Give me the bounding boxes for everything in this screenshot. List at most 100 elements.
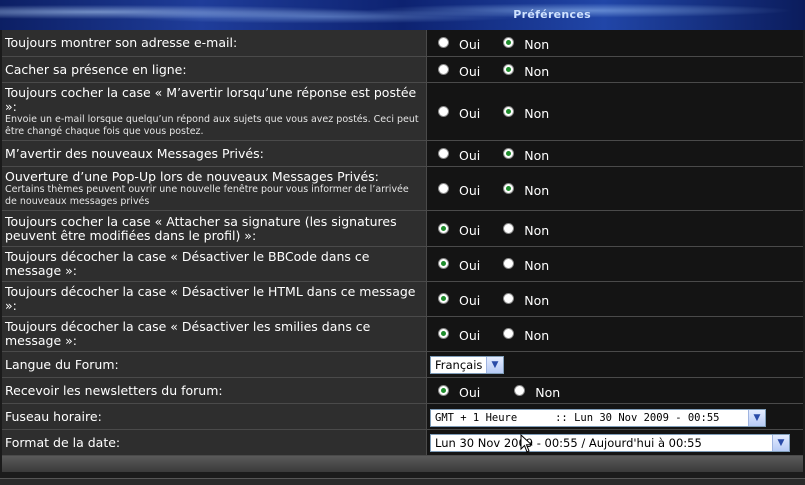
radio-label: Non	[524, 328, 550, 343]
pref-label: Toujours décocher la case « Désactiver l…	[5, 249, 370, 278]
radio-label: Non	[524, 37, 550, 53]
radio-button-non[interactable]	[503, 328, 515, 339]
pref-row: Toujours décocher la case « Désactiver l…	[2, 246, 803, 282]
radio-group: Oui Non	[433, 289, 803, 308]
radio-option-oui[interactable]: Oui	[438, 324, 480, 343]
section-title: Préférences	[513, 8, 591, 21]
radio-label: Non	[524, 147, 550, 163]
radio-label: Non	[524, 293, 550, 308]
radio-label: Non	[535, 384, 561, 400]
radio-group: Oui Non	[433, 60, 803, 79]
pref-row: Ouverture d’une Pop-Up lors de nouveaux …	[2, 166, 803, 211]
radio-label: Oui	[459, 105, 481, 121]
radio-label: Oui	[459, 222, 481, 238]
radio-label: Oui	[459, 384, 481, 400]
radio-option-non[interactable]: Non	[503, 60, 549, 79]
pref-label: Toujours cocher la case « M’avertir lors…	[5, 84, 417, 114]
radio-group: Oui Non	[433, 254, 803, 273]
pref-row: Cacher sa présence en ligne: Oui Non	[2, 56, 803, 83]
radio-button-non[interactable]	[503, 222, 515, 234]
radio-button-non[interactable]	[503, 105, 515, 117]
radio-button-oui[interactable]	[438, 182, 449, 194]
pref-note: Certains thèmes peuvent ouvrir une nouve…	[5, 183, 409, 207]
radio-button-oui[interactable]	[438, 328, 449, 339]
pref-label: Fuseau horaire:	[2, 403, 427, 430]
radio-label: Oui	[459, 37, 481, 53]
radio-button-non[interactable]	[503, 147, 515, 159]
radio-button-non[interactable]	[503, 258, 515, 269]
radio-option-non[interactable]: Non	[503, 33, 549, 52]
pref-label: Cacher sa présence en ligne:	[5, 61, 187, 77]
pref-label: Toujours décocher la case « Désactiver l…	[5, 319, 371, 348]
preferences-table: Toujours montrer son adresse e-mail: Oui N…	[2, 30, 803, 456]
radio-option-oui[interactable]: Oui	[438, 381, 480, 400]
radio-label: Non	[524, 63, 550, 79]
radio-button-oui[interactable]	[438, 63, 449, 75]
radio-option-oui[interactable]: Oui	[438, 33, 480, 52]
pref-label: Toujours montrer son adresse e-mail:	[5, 35, 238, 51]
radio-label: Oui	[459, 63, 481, 79]
radio-label: Oui	[459, 328, 481, 343]
radio-label: Non	[524, 258, 550, 273]
radio-option-oui[interactable]: Oui	[438, 289, 480, 308]
radio-label: Non	[524, 182, 550, 198]
radio-group: Oui Non	[433, 324, 803, 343]
radio-button-oui[interactable]	[438, 105, 449, 117]
language-select[interactable]: Français ▼	[430, 356, 504, 374]
pref-row-timezone: Fuseau horaire: GMT + 1 Heure :: Lun 30 …	[2, 403, 803, 430]
radio-button-non[interactable]	[514, 384, 526, 396]
radio-button-oui[interactable]	[438, 384, 449, 396]
chevron-down-icon[interactable]: ▼	[748, 409, 765, 426]
radio-button-non[interactable]	[503, 293, 515, 304]
pref-row: Toujours montrer son adresse e-mail: Oui N…	[2, 30, 803, 57]
radio-option-oui[interactable]: Oui	[438, 60, 480, 79]
radio-button-oui[interactable]	[438, 293, 449, 304]
preferences-header: Préférences	[0, 0, 805, 30]
radio-option-oui[interactable]: Oui	[438, 102, 480, 121]
pref-row: Toujours cocher la case « Attacher sa si…	[2, 210, 803, 247]
date-format-select-value: Lun 30 Nov 2009 - 00:55 / Aujourd'hui à …	[435, 436, 702, 450]
radio-option-non[interactable]: Non	[503, 144, 549, 163]
radio-button-oui[interactable]	[438, 258, 449, 269]
radio-button-oui[interactable]	[438, 222, 449, 234]
pref-row: M’avertir des nouveaux Messages Privés: O…	[2, 140, 803, 167]
radio-button-oui[interactable]	[438, 147, 449, 159]
radio-group: Oui Non	[433, 102, 803, 121]
radio-button-non[interactable]	[503, 37, 515, 49]
radio-label: Oui	[459, 182, 481, 198]
radio-label: Non	[524, 105, 550, 121]
radio-option-oui[interactable]: Oui	[438, 179, 480, 198]
chevron-down-icon[interactable]: ▼	[772, 435, 789, 451]
language-select-value: Français	[435, 358, 483, 372]
radio-option-non[interactable]: Non	[514, 381, 560, 400]
pref-label: Langue du Forum:	[2, 351, 427, 378]
date-format-select[interactable]: Lun 30 Nov 2009 - 00:55 / Aujourd'hui à …	[430, 434, 790, 452]
radio-group: Oui Non	[433, 219, 803, 238]
pref-label: Toujours cocher la case « Attacher sa si…	[5, 213, 397, 243]
radio-option-non[interactable]: Non	[503, 254, 549, 273]
radio-button-non[interactable]	[503, 63, 515, 75]
timezone-select-value: GMT + 1 Heure :: Lun 30 Nov 2009 - 00:55	[435, 411, 720, 424]
radio-option-oui[interactable]: Oui	[438, 254, 480, 273]
pref-row-language: Langue du Forum: Français ▼	[2, 351, 803, 378]
radio-option-oui[interactable]: Oui	[438, 219, 480, 238]
radio-label: Oui	[459, 293, 481, 308]
radio-option-oui[interactable]: Oui	[438, 144, 480, 163]
pref-label: Recevoir les newsletters du forum:	[2, 377, 427, 404]
radio-option-non[interactable]: Non	[503, 324, 549, 343]
pref-label: Ouverture d’une Pop-Up lors de nouveaux …	[5, 168, 379, 184]
radio-group: Oui Non	[433, 381, 803, 400]
radio-option-non[interactable]: Non	[503, 219, 549, 238]
radio-button-non[interactable]	[503, 182, 515, 194]
pref-row: Toujours cocher la case « M’avertir lors…	[2, 82, 803, 141]
pref-row: Toujours décocher la case « Désactiver l…	[2, 316, 803, 352]
radio-label: Non	[524, 222, 550, 238]
radio-button-oui[interactable]	[438, 37, 449, 49]
radio-group: Oui Non	[433, 179, 803, 198]
radio-label: Oui	[459, 147, 481, 163]
radio-option-non[interactable]: Non	[503, 102, 549, 121]
chevron-down-icon[interactable]: ▼	[486, 357, 503, 373]
radio-option-non[interactable]: Non	[503, 289, 549, 308]
radio-option-non[interactable]: Non	[503, 179, 549, 198]
timezone-select[interactable]: GMT + 1 Heure :: Lun 30 Nov 2009 - 00:55…	[430, 408, 766, 427]
